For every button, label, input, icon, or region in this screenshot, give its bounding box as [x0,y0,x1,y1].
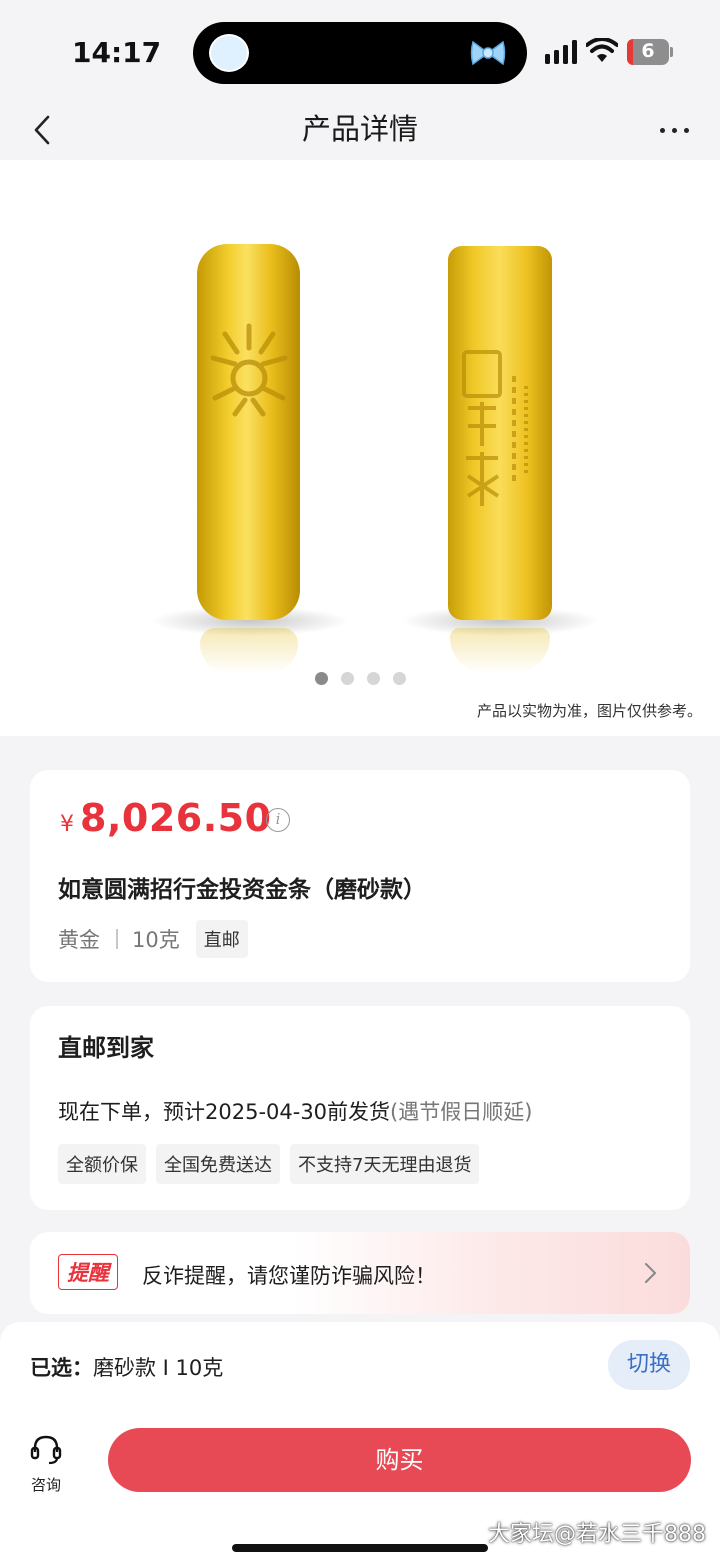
pagination-dot-3[interactable] [366,672,380,685]
alert-text: 反诈提醒，请您谨防诈骗风险！ [142,1264,436,1288]
tag-no-return: 不支持7天无理由退货 [290,1144,480,1184]
more-button[interactable] [654,108,694,152]
logo-engraving-icon [210,323,288,417]
fraud-alert-banner[interactable]: 提醒 反诈提醒，请您谨防诈骗风险！ [30,1232,690,1314]
watermark-text: 大家坛@若水三千888 [488,1522,706,1547]
bank-name-engraving-icon [462,350,528,506]
price-row: ¥ 8,026.50 [60,796,272,840]
nav-bar: 产品详情 [0,100,720,160]
wifi-icon [586,38,618,62]
alert-badge: 提醒 [58,1254,118,1290]
image-disclaimer: 产品以实物为准，图片仅供参考。 [476,702,702,720]
shipping-note: (遇节假日顺延) [390,1100,533,1124]
gallery-pagination [0,672,720,685]
material-label: 黄金 [58,928,100,952]
consult-label: 咨询 [30,1476,61,1494]
status-bar: 14:17 6 [0,0,720,100]
shipping-estimate: 现在下单，预计2025-04-30前发货(遇节假日顺延) [58,1096,532,1126]
battery-level: 6 [641,40,655,62]
switch-button[interactable]: 切换 [608,1340,690,1390]
product-specs: 黄金 10克 直邮 [58,920,248,958]
dynamic-island [193,22,527,84]
battery-icon: 6 [627,39,673,65]
more-dots-icon [659,127,665,133]
product-name: 如意圆满招行金投资金条（磨砂款） [58,877,426,903]
currency-symbol: ¥ [60,812,74,837]
gold-bar-back-image [448,246,552,620]
price-card: ¥ 8,026.50 i 如意圆满招行金投资金条（磨砂款） 黄金 10克 直邮 [30,770,690,982]
selected-spec: 已选：磨砂款 I 10克 [30,1352,223,1382]
shipping-title: 直邮到家 [58,1034,154,1062]
selected-value: 磨砂款 I 10克 [93,1356,224,1380]
shipping-card: 直邮到家 现在下单，预计2025-04-30前发货(遇节假日顺延) 全额价保 全… [30,1006,690,1210]
signal-icon [545,40,577,64]
spec-divider [116,929,118,949]
sticker-icon [209,34,249,72]
product-gallery[interactable]: 产品以实物为准，图片仅供参考。 [0,160,720,736]
pagination-dot-1[interactable] [314,672,328,685]
shipping-date-text: 现在下单，预计2025-04-30前发货 [58,1100,391,1124]
bow-icon [470,40,506,66]
weight-label: 10克 [132,928,180,952]
headset-icon [30,1435,62,1465]
info-icon[interactable]: i [266,808,290,832]
chevron-right-icon [645,1263,656,1283]
selected-prefix: 已选： [30,1356,93,1380]
shipping-tags: 全额价保 全国免费送达 不支持7天无理由退货 [58,1144,480,1184]
page-title: 产品详情 [301,112,418,146]
pagination-dot-4[interactable] [392,672,406,685]
tag-price-protection: 全额价保 [58,1144,146,1184]
pagination-dot-2[interactable] [340,672,354,685]
consult-button[interactable]: 咨询 [20,1432,72,1495]
tag-free-delivery: 全国免费送达 [156,1144,280,1184]
delivery-tag: 直邮 [195,920,248,958]
status-time: 14:17 [72,36,162,69]
product-price: 8,026.50 [80,796,272,840]
home-indicator[interactable] [232,1544,488,1552]
gold-bar-front-image [197,244,300,620]
buy-button[interactable]: 购买 [108,1428,691,1492]
selection-panel: 已选：磨砂款 I 10克 切换 [0,1322,720,1412]
